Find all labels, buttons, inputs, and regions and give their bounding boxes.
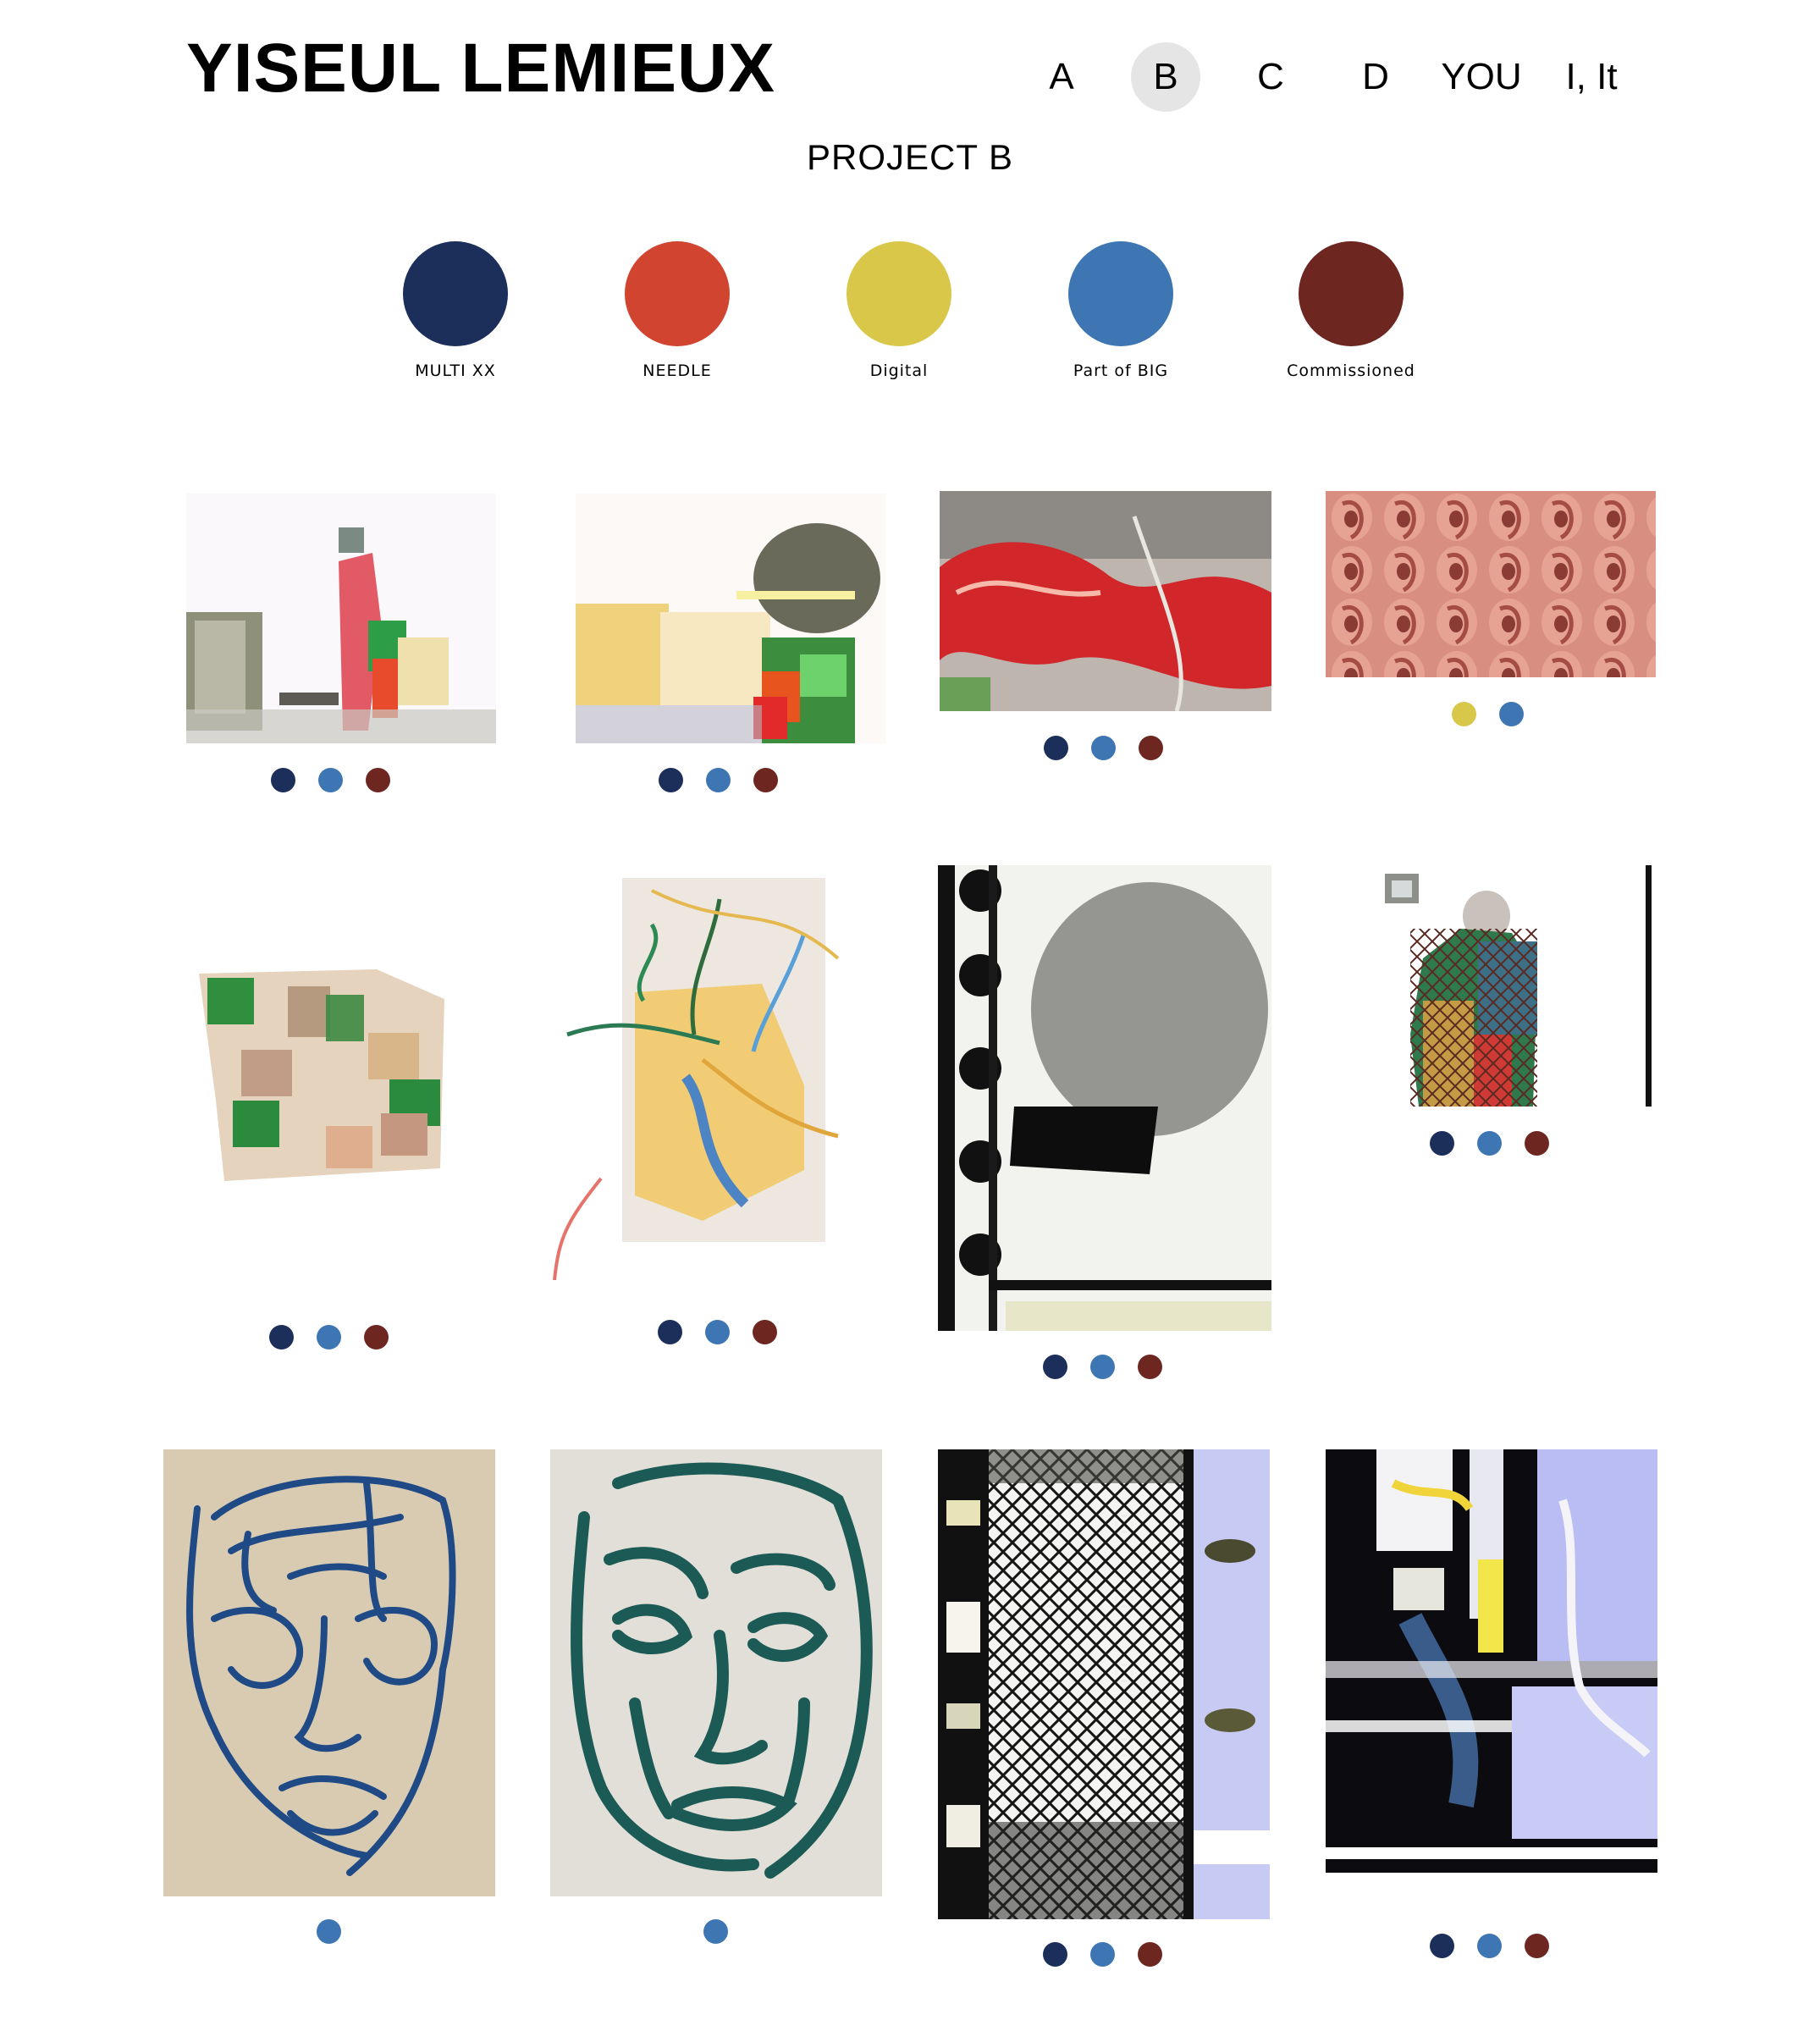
category-tag-dot — [1044, 736, 1068, 760]
artwork-image — [938, 1449, 1270, 1919]
artwork-thumbnail[interactable] — [550, 865, 885, 1280]
category-tag-dot — [1430, 1131, 1454, 1156]
artwork-tags — [1430, 1934, 1549, 1959]
category-tag-dot — [366, 768, 390, 792]
artwork-thumbnail[interactable] — [1326, 1449, 1657, 1873]
artwork-image — [1326, 865, 1656, 1107]
artwork-tags — [703, 1919, 728, 1945]
artwork-tags — [659, 768, 778, 793]
artwork-tags — [1043, 1355, 1162, 1380]
nav-item-c[interactable]: C — [1236, 42, 1305, 112]
category-tag-dot — [1477, 1131, 1502, 1156]
artwork-image — [938, 865, 1271, 1331]
category-tag-dot — [1043, 1355, 1067, 1379]
category-tag-dot — [753, 768, 778, 792]
artwork-thumbnail[interactable] — [186, 494, 496, 743]
page-title: PROJECT B — [807, 137, 1013, 177]
category-tag-dot — [1452, 702, 1476, 726]
artwork-thumbnail[interactable] — [163, 1449, 495, 1896]
legend-item-part-of-big[interactable]: Part of BIG — [1028, 241, 1214, 380]
artwork-image — [550, 1449, 882, 1896]
artwork-tags — [1452, 702, 1524, 727]
category-tag-dot — [703, 1919, 728, 1944]
artwork-tags — [1044, 736, 1163, 761]
category-tag-dot — [1525, 1131, 1549, 1156]
category-tag-dot — [1091, 736, 1116, 760]
legend-item-digital[interactable]: Digital — [806, 241, 992, 380]
artwork-thumbnail[interactable] — [550, 1449, 882, 1896]
category-tag-dot — [1090, 1942, 1115, 1967]
artwork-image — [1326, 1449, 1657, 1873]
category-tag-dot — [364, 1325, 389, 1349]
legend-label: MULTI XX — [415, 362, 496, 380]
legend-label: NEEDLE — [643, 362, 712, 380]
category-tag-dot — [753, 1320, 777, 1344]
nav-item-a[interactable]: A — [1027, 42, 1096, 112]
category-tag-dot — [1043, 1942, 1067, 1967]
artwork-thumbnail[interactable] — [938, 1449, 1270, 1919]
legend-dot — [403, 241, 508, 346]
category-tag-dot — [705, 1320, 730, 1344]
artwork-thumbnail[interactable] — [1326, 865, 1656, 1107]
nav-item-i-it[interactable]: I, It — [1549, 42, 1634, 112]
legend-item-multi-xx[interactable]: MULTI XX — [362, 241, 549, 380]
artwork-tags — [1430, 1131, 1549, 1156]
category-tag-dot — [1090, 1355, 1115, 1379]
legend-label: Commissioned — [1287, 362, 1415, 380]
category-tag-dot — [271, 768, 295, 792]
artwork-tags — [317, 1919, 341, 1945]
artwork-image — [550, 865, 885, 1280]
artwork-tags — [1043, 1942, 1162, 1968]
category-tag-dot — [1138, 1355, 1162, 1379]
nav-item-b[interactable]: B — [1131, 42, 1200, 112]
artwork-tags — [269, 1325, 389, 1350]
category-tag-dot — [1499, 702, 1524, 726]
nav-item-you[interactable]: YOU — [1439, 42, 1524, 112]
legend-item-commissioned[interactable]: Commissioned — [1258, 241, 1444, 380]
category-tag-dot — [1525, 1934, 1549, 1958]
category-tag-dot — [317, 1325, 341, 1349]
category-tag-dot — [318, 768, 343, 792]
artwork-image — [576, 494, 885, 743]
category-tag-dot — [1138, 1942, 1162, 1967]
artwork-tags — [658, 1320, 777, 1345]
category-tag-dot — [659, 768, 683, 792]
artwork-thumbnail[interactable] — [1326, 491, 1656, 677]
legend-item-needle[interactable]: NEEDLE — [584, 241, 770, 380]
artwork-image — [165, 897, 478, 1211]
legend-label: Part of BIG — [1073, 362, 1169, 380]
artwork-thumbnail[interactable] — [576, 494, 885, 743]
category-tag-dot — [317, 1919, 341, 1944]
artwork-image — [186, 494, 496, 743]
legend-dot — [1068, 241, 1173, 346]
category-tag-dot — [1139, 736, 1163, 760]
legend-dot — [625, 241, 730, 346]
artwork-image — [163, 1449, 495, 1896]
artwork-tags — [271, 768, 390, 793]
category-tag-dot — [658, 1320, 682, 1344]
artwork-thumbnail[interactable] — [938, 865, 1271, 1331]
category-tag-dot — [706, 768, 731, 792]
artwork-image — [1326, 491, 1656, 677]
legend-dot — [847, 241, 951, 346]
nav-item-d[interactable]: D — [1341, 42, 1410, 112]
main-nav: A B C D YOU I, It — [0, 42, 1820, 112]
legend-label: Digital — [869, 362, 929, 380]
artwork-image — [940, 491, 1271, 711]
legend-dot — [1299, 241, 1404, 346]
category-tag-dot — [1477, 1934, 1502, 1958]
category-tag-dot — [269, 1325, 294, 1349]
artwork-thumbnail[interactable] — [940, 491, 1271, 711]
category-tag-dot — [1430, 1934, 1454, 1958]
artwork-thumbnail[interactable] — [165, 897, 478, 1211]
